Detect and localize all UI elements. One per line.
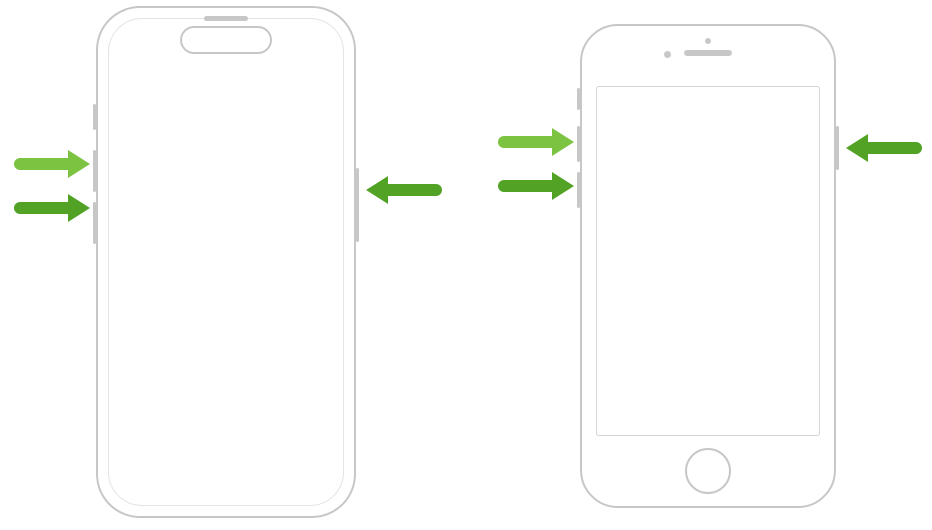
side-button (356, 168, 359, 242)
earpiece-speaker-icon (684, 50, 732, 56)
arrow-head-icon (552, 172, 574, 200)
dynamic-island-icon (180, 26, 272, 54)
arrow-volume-up-button (14, 150, 90, 178)
ring-silent-switch (577, 88, 580, 110)
ring-silent-switch (93, 104, 96, 130)
side-button (836, 126, 839, 170)
arrow-shaft (14, 202, 68, 214)
volume-down-button (93, 202, 96, 244)
phone-modern (96, 6, 356, 518)
arrow-head-icon (68, 194, 90, 222)
phone-screen (596, 86, 820, 436)
front-camera-icon (664, 51, 671, 58)
volume-up-button (577, 126, 580, 162)
earpiece-speaker-icon (204, 16, 248, 21)
arrow-head-icon (366, 176, 388, 204)
diagram-stage (0, 0, 932, 530)
volume-up-button (93, 150, 96, 192)
arrow-shaft (498, 180, 552, 192)
arrow-shaft (388, 184, 442, 196)
arrow-head-icon (846, 134, 868, 162)
phone-screen (108, 18, 344, 506)
arrow-shaft (14, 158, 68, 170)
phone-home-button (580, 24, 836, 508)
top-bezel (582, 26, 834, 88)
arrow-volume-down-button (14, 194, 90, 222)
home-button-icon (685, 448, 731, 494)
proximity-sensor-icon (705, 38, 711, 44)
arrow-side-button (846, 134, 922, 162)
arrow-shaft (868, 142, 922, 154)
volume-down-button (577, 172, 580, 208)
arrow-shaft (498, 136, 552, 148)
arrow-side-button (366, 176, 442, 204)
arrow-head-icon (68, 150, 90, 178)
arrow-volume-up-button (498, 128, 574, 156)
arrow-head-icon (552, 128, 574, 156)
arrow-volume-down-button (498, 172, 574, 200)
